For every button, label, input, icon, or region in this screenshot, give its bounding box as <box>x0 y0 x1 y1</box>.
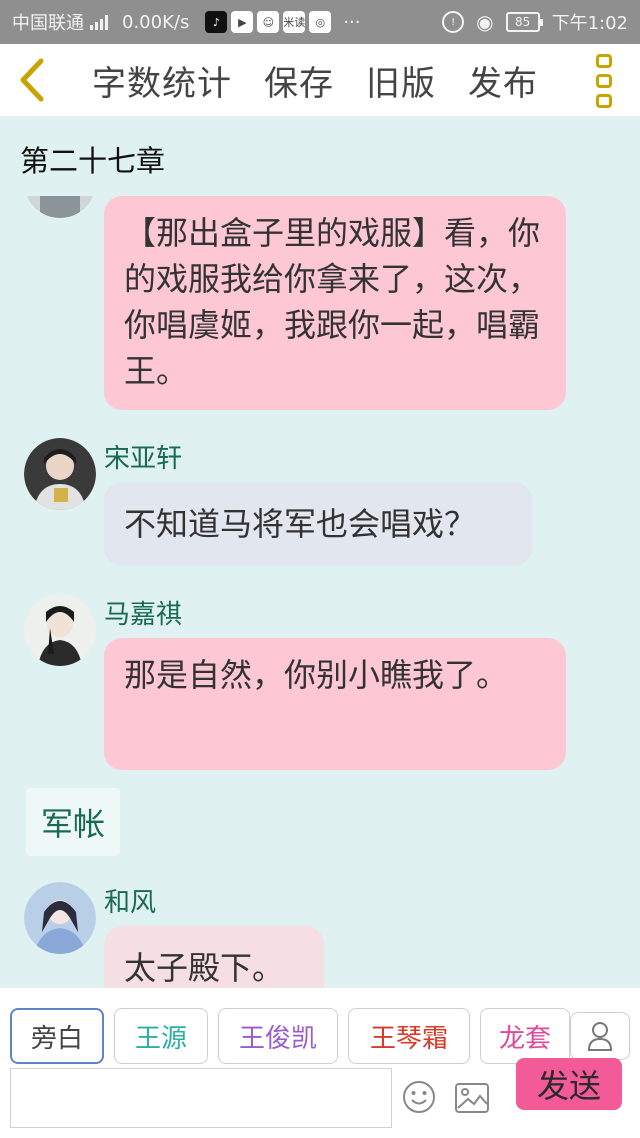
old-version-button[interactable]: 旧版 <box>366 56 436 105</box>
image-icon <box>455 1083 489 1113</box>
character-chip-wang-qinshuang[interactable]: 王琴霜 <box>348 1008 470 1064</box>
network-speed: 0.00K/s <box>122 11 190 33</box>
midu-app-icon: 米读 <box>283 11 306 33</box>
character-chip-wang-junkai[interactable]: 王俊凯 <box>218 1008 338 1064</box>
save-button[interactable]: 保存 <box>264 56 334 105</box>
character-chip-narrator[interactable]: 旁白 <box>10 1008 104 1064</box>
chapter-title-overlay: 第二十七章 <box>20 144 166 178</box>
person-icon <box>587 1022 613 1051</box>
character-manage-button[interactable] <box>570 1012 630 1060</box>
message-bubble[interactable]: 【那出盒子里的戏服】看，你的戏服我给你拿来了，这次，你唱虞姬，我跟你一起，唱霸王… <box>104 196 566 410</box>
avatar-he-feng[interactable] <box>24 882 96 954</box>
notification-icons: ♪ ▶ ☺ 米读 ◎ <box>205 11 332 33</box>
image-button[interactable] <box>454 1082 490 1114</box>
character-chip-wang-yuan[interactable]: 王源 <box>114 1008 208 1064</box>
battery-icon: 85 <box>505 12 543 32</box>
browser-icon: ◎ <box>309 11 332 33</box>
scene-marker[interactable]: 军帐 <box>26 788 120 856</box>
speaker-name: 宋亚轩 <box>104 444 183 474</box>
status-bar: 中国联通 0.00K/s ♪ ▶ ☺ 米读 ◎ ··· ! ◉ 85 下午1:0… <box>0 0 640 44</box>
message-bubble[interactable]: 太子殿下。 <box>104 926 324 988</box>
more-notifications-icon: ··· <box>343 11 361 33</box>
publish-button[interactable]: 发布 <box>468 56 538 105</box>
back-button[interactable] <box>0 44 64 116</box>
message-bubble[interactable]: 那是自然，你别小瞧我了。 <box>104 638 566 770</box>
message-input[interactable] <box>10 1068 392 1128</box>
signal-icon <box>90 14 108 30</box>
carrier-name: 中国联通 <box>12 13 84 34</box>
avatar-song-yaxuan[interactable] <box>24 438 96 510</box>
back-arrow-icon <box>20 58 44 102</box>
send-button[interactable]: 发送 <box>516 1058 622 1110</box>
alarm-icon: ! <box>442 11 465 33</box>
eye-protection-icon: ◉ <box>476 10 494 34</box>
clock: 下午1:02 <box>551 13 628 34</box>
speaker-name: 和风 <box>104 888 157 918</box>
kids-app-icon: ☺ <box>257 11 280 33</box>
video-app-icon: ▶ <box>231 11 254 33</box>
smiley-icon <box>403 1081 435 1113</box>
chat-area[interactable]: 第二十七章 第二十七章 【那出盒子里的戏服】看，你的戏服我给你拿来了，这次，你唱… <box>0 116 640 988</box>
character-chip-extras[interactable]: 龙套 <box>480 1008 570 1064</box>
compose-panel: 旁白 王源 王俊凯 王琴霜 龙套 发送 <box>0 988 640 1138</box>
editor-toolbar: 字数统计 保存 旧版 发布 <box>0 44 640 116</box>
speaker-name: 马嘉祺 <box>104 600 183 630</box>
douyin-icon: ♪ <box>205 11 228 33</box>
avatar-ma-jiaqi[interactable] <box>24 594 96 666</box>
more-menu-button[interactable] <box>596 54 618 108</box>
word-count-button[interactable]: 字数统计 <box>92 56 232 105</box>
message-bubble[interactable]: 不知道马将军也会唱戏？ <box>104 482 532 566</box>
emoji-button[interactable] <box>402 1080 436 1114</box>
